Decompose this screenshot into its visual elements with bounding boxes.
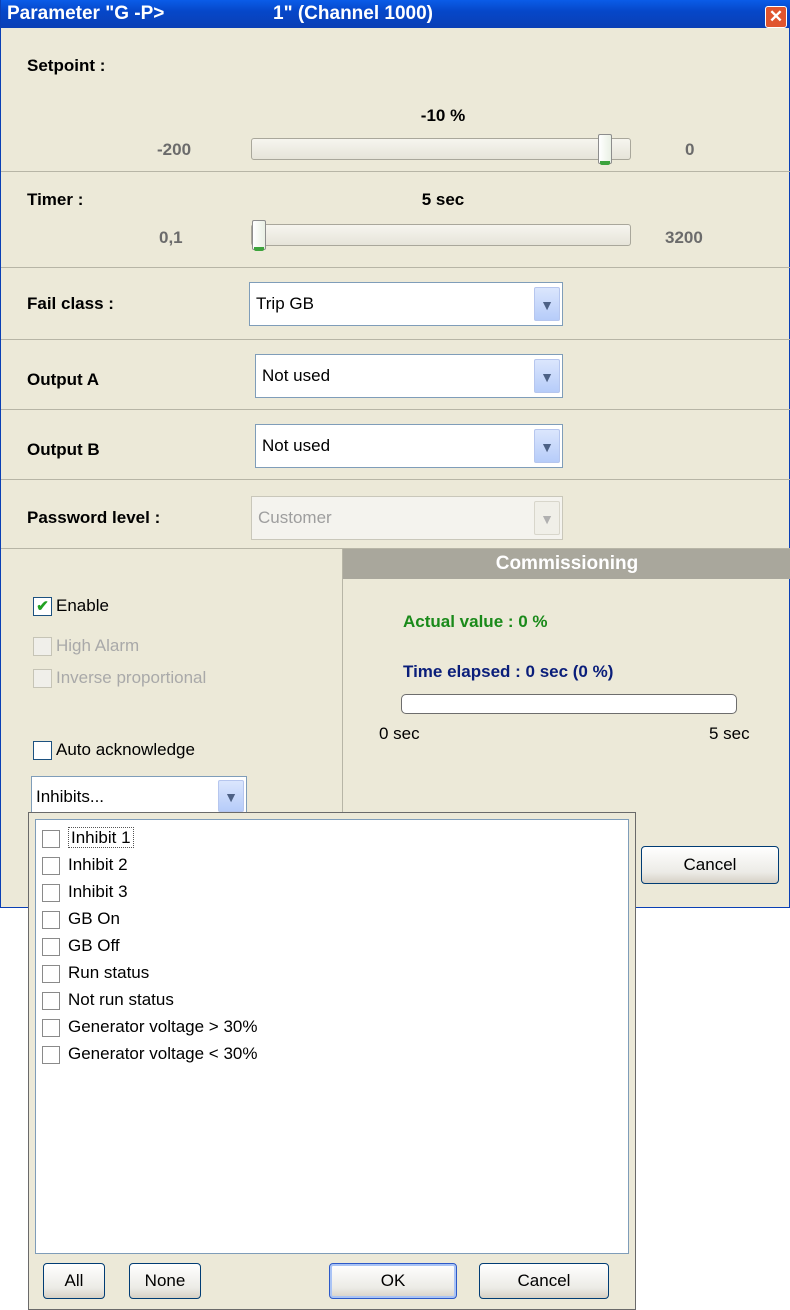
- popup-cancel-button[interactable]: Cancel: [479, 1263, 609, 1299]
- password-level-section: Password level : Customer ▼: [1, 480, 790, 549]
- inhibit-item[interactable]: Run status: [42, 963, 149, 983]
- auto-acknowledge-checkbox[interactable]: Auto acknowledge: [33, 740, 195, 761]
- password-level-dropdown: Customer ▼: [251, 496, 563, 540]
- setpoint-label: Setpoint :: [27, 56, 106, 75]
- ok-button[interactable]: OK: [329, 1263, 457, 1299]
- output-b-section: Output B Not used ▼: [1, 410, 790, 480]
- inverse-proportional-label: Inverse proportional: [56, 668, 207, 687]
- window-title-part2: 1" (Channel 1000): [273, 3, 434, 24]
- all-button[interactable]: All: [43, 1263, 105, 1299]
- inhibits-list[interactable]: Inhibit 1 Inhibit 2 Inhibit 3 GB On GB O…: [35, 819, 629, 1254]
- inhibit-item[interactable]: Generator voltage < 30%: [42, 1044, 257, 1064]
- panel-divider: [342, 549, 343, 849]
- setpoint-slider-track[interactable]: [251, 134, 631, 165]
- time-elapsed-text: Time elapsed : 0 sec (0 %): [403, 662, 614, 681]
- actual-value-text: Actual value : 0 %: [403, 612, 548, 631]
- inhibit-item[interactable]: Inhibit 3: [42, 882, 128, 902]
- timer-slider-track[interactable]: [251, 220, 631, 251]
- chevron-down-icon[interactable]: ▼: [534, 287, 560, 321]
- timer-min: 0,1: [159, 228, 183, 247]
- inhibit-item[interactable]: GB Off: [42, 936, 120, 956]
- inhibit-item[interactable]: Generator voltage > 30%: [42, 1017, 257, 1037]
- output-b-value: Not used: [262, 436, 331, 455]
- inhibit-item[interactable]: GB On: [42, 909, 120, 929]
- fail-class-value: Trip GB: [256, 294, 314, 313]
- cancel-button-label: Cancel: [683, 855, 737, 874]
- chevron-down-icon[interactable]: ▼: [218, 780, 244, 812]
- commissioning-header: Commissioning: [343, 549, 790, 579]
- checkmark-icon[interactable]: ✔: [33, 597, 52, 617]
- progress-min-label: 0 sec: [379, 724, 420, 743]
- inhibit-item[interactable]: Inhibit 2: [42, 855, 128, 875]
- chevron-down-icon[interactable]: ▼: [534, 359, 560, 393]
- output-a-section: Output A Not used ▼: [1, 340, 790, 410]
- timer-max: 3200: [665, 228, 703, 247]
- progress-max-label: 5 sec: [709, 724, 750, 743]
- setpoint-max: 0: [685, 140, 695, 159]
- output-b-label: Output B: [27, 440, 100, 459]
- timer-section: Timer : 5 sec 0,1 3200: [1, 172, 790, 268]
- high-alarm-checkbox: High Alarm: [33, 636, 140, 657]
- cancel-button[interactable]: Cancel: [641, 846, 779, 884]
- output-a-value: Not used: [262, 366, 331, 385]
- parameter-dialog: Parameter "G -P> 1" (Channel 1000) ✕ Set…: [0, 0, 790, 908]
- fail-class-section: Fail class : Trip GB ▼: [1, 268, 790, 340]
- password-level-value: Customer: [258, 508, 332, 527]
- inhibits-value: Inhibits...: [36, 787, 105, 806]
- enable-checkbox[interactable]: ✔ Enable: [33, 596, 109, 617]
- setpoint-slider-thumb[interactable]: [598, 134, 612, 165]
- inhibits-dropdown[interactable]: Inhibits... ▼: [31, 776, 247, 816]
- none-button[interactable]: None: [129, 1263, 201, 1299]
- setpoint-min: -200: [157, 140, 192, 159]
- fail-class-label: Fail class :: [27, 294, 114, 313]
- time-elapsed-progress-bar: [401, 694, 737, 714]
- timer-value: 5 sec: [421, 190, 465, 209]
- title-bar[interactable]: Parameter "G -P> 1" (Channel 1000) ✕: [1, 0, 790, 28]
- fail-class-dropdown[interactable]: Trip GB ▼: [249, 282, 563, 326]
- output-a-dropdown[interactable]: Not used ▼: [255, 354, 563, 398]
- output-b-dropdown[interactable]: Not used ▼: [255, 424, 563, 468]
- close-icon[interactable]: ✕: [765, 6, 787, 28]
- timer-slider-thumb[interactable]: [252, 220, 266, 251]
- window-title-part1: Parameter "G -P>: [7, 3, 165, 24]
- inhibits-popup: Inhibit 1 Inhibit 2 Inhibit 3 GB On GB O…: [28, 812, 636, 1310]
- password-level-label: Password level :: [27, 508, 161, 527]
- chevron-down-icon: ▼: [534, 501, 560, 535]
- chevron-down-icon[interactable]: ▼: [534, 429, 560, 463]
- setpoint-value: -10 %: [420, 106, 466, 125]
- inhibit-item[interactable]: Not run status: [42, 990, 174, 1010]
- timer-label: Timer :: [27, 190, 84, 209]
- inverse-proportional-checkbox: Inverse proportional: [33, 668, 207, 689]
- high-alarm-label: High Alarm: [56, 636, 140, 655]
- auto-acknowledge-label: Auto acknowledge: [56, 740, 195, 759]
- output-a-label: Output A: [27, 370, 100, 389]
- setpoint-section: Setpoint : -10 % -200 0: [1, 28, 790, 172]
- inhibit-item[interactable]: Inhibit 1: [42, 827, 134, 848]
- enable-label: Enable: [56, 596, 109, 615]
